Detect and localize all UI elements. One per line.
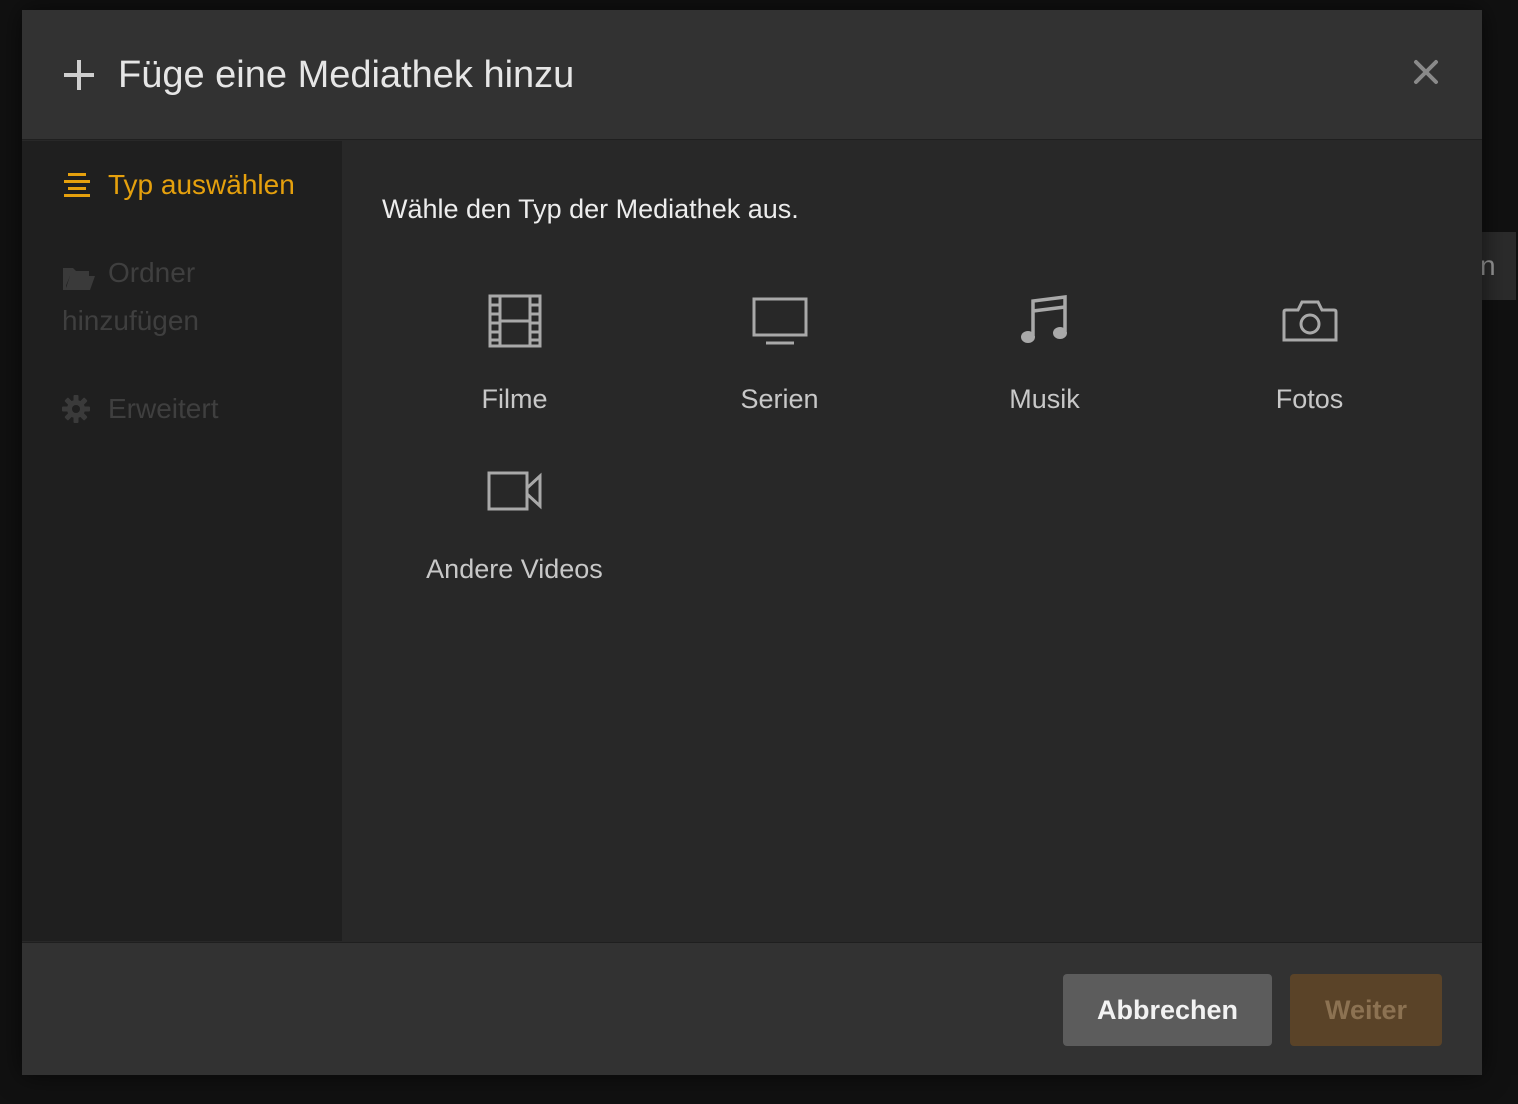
camera-icon [1280, 291, 1340, 351]
library-type-label: Serien [740, 384, 819, 414]
next-button[interactable]: Weiter [1290, 974, 1442, 1046]
folder-icon [62, 259, 96, 307]
library-type-photos[interactable]: Fotos [1177, 271, 1442, 431]
step-advanced: Erweitert [62, 385, 218, 433]
close-icon [1414, 60, 1438, 84]
step-select-type[interactable]: Typ auswählen [62, 161, 295, 209]
gear-icon [62, 385, 94, 433]
tv-icon [750, 291, 810, 351]
cancel-button[interactable]: Abbrechen [1063, 974, 1272, 1046]
step-add-folders: Ordner hinzufügen [62, 249, 322, 345]
library-type-panel: Wähle den Typ der Mediathek aus. Filme S… [342, 141, 1482, 941]
wizard-steps-sidebar: Typ auswählen Ordner hinzufügen Erweiter… [22, 141, 342, 941]
dialog-title: Füge eine Mediathek hinzu [118, 54, 575, 96]
dialog-header: Füge eine Mediathek hinzu [22, 10, 1482, 140]
close-button[interactable] [1406, 52, 1446, 92]
library-type-music[interactable]: Musik [912, 271, 1177, 431]
film-icon [485, 291, 545, 351]
instruction-text: Wähle den Typ der Mediathek aus. [382, 194, 799, 224]
library-type-label: Fotos [1275, 384, 1344, 414]
library-type-label: Musik [1009, 384, 1080, 414]
music-icon [1015, 291, 1075, 351]
library-type-label: Filme [481, 384, 548, 414]
dialog-footer: Abbrechen Weiter [22, 942, 1482, 1075]
step-label: Erweitert [108, 393, 219, 424]
video-camera-icon [485, 461, 545, 521]
list-icon [62, 161, 94, 209]
library-type-other-videos[interactable]: Andere Videos [382, 441, 647, 601]
plus-icon [64, 60, 94, 90]
library-type-shows[interactable]: Serien [647, 271, 912, 431]
step-label: Typ auswählen [108, 169, 295, 200]
library-type-label: Andere Videos [426, 554, 603, 584]
add-library-dialog: Füge eine Mediathek hinzu Typ auswählen … [22, 10, 1482, 1075]
library-type-movies[interactable]: Filme [382, 271, 647, 431]
